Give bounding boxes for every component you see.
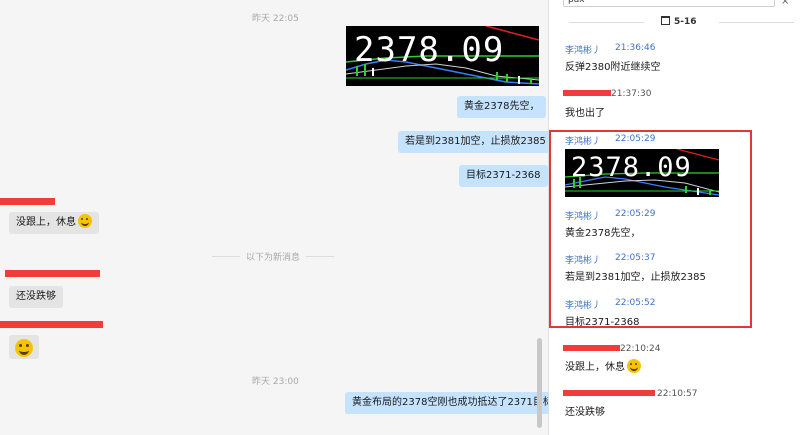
- emoji-message[interactable]: [9, 335, 39, 359]
- history-search-input[interactable]: pax: [563, 0, 775, 7]
- message-bubble[interactable]: 目标2371-2368: [459, 165, 548, 187]
- sender-name: 李鸿彬丿: [565, 46, 602, 56]
- sender-name: 李鸿彬丿: [565, 256, 602, 266]
- chart-price-text: 2378.09: [571, 152, 692, 183]
- message-text: 没跟上，休息: [565, 362, 625, 373]
- redacted-name: [0, 321, 103, 328]
- message-time: 22:10:24: [620, 344, 661, 354]
- message-time: 21:36:46: [615, 43, 656, 53]
- redacted-name: [0, 198, 55, 205]
- redacted-name: [563, 345, 620, 351]
- redacted-name: [5, 270, 100, 277]
- chart-image-thumbnail[interactable]: 2378.09: [565, 149, 719, 197]
- history-message[interactable]: 还没跌够: [565, 403, 605, 418]
- message-time: 22:05:52: [615, 298, 656, 308]
- message-text: 没跟上，休息: [16, 217, 76, 228]
- chat-pane: 昨天 22:05 2378.09 黄金2378先空， 若是到2381加空，止损放…: [0, 0, 548, 435]
- message-bubble[interactable]: 黄金布局的2378空刚也成功抵达了2371目标: [345, 392, 548, 414]
- timestamp: 昨天 22:05: [252, 14, 299, 24]
- calendar-icon: [661, 16, 670, 25]
- sender-name: 李鸿彬丿: [565, 301, 602, 311]
- chat-scrollbar[interactable]: [537, 338, 542, 428]
- chart-image-message[interactable]: 2378.09: [346, 26, 539, 86]
- laugh-emoji-icon: [78, 214, 92, 228]
- timestamp: 昨天 23:00: [252, 377, 299, 387]
- redacted-name: [563, 390, 655, 396]
- close-icon[interactable]: ×: [781, 0, 789, 7]
- chart-price-text: 2378.09: [354, 30, 505, 70]
- divider-text: 以下为新消息: [246, 253, 301, 263]
- history-message[interactable]: 我也出了: [565, 104, 605, 119]
- new-messages-divider: 以下为新消息: [212, 253, 334, 263]
- message-bubble[interactable]: 没跟上，休息: [9, 212, 99, 234]
- history-message[interactable]: 若是到2381加空，止损放2385: [565, 268, 706, 283]
- date-label: 5-16: [674, 17, 697, 27]
- message-time: 22:05:29: [615, 209, 656, 219]
- message-bubble[interactable]: 若是到2381加空，止损放2385: [398, 131, 548, 153]
- history-message[interactable]: 黄金2378先空，: [565, 224, 640, 239]
- message-bubble[interactable]: 黄金2378先空，: [457, 96, 547, 118]
- history-message[interactable]: 没跟上，休息: [565, 358, 641, 373]
- message-time: 22:05:29: [615, 134, 656, 144]
- grin-emoji-icon: [15, 339, 33, 357]
- history-message[interactable]: 目标2371-2368: [565, 313, 640, 328]
- message-time: 22:05:37: [615, 253, 656, 263]
- history-message[interactable]: 反弹2380附近继续空: [565, 58, 660, 73]
- sender-name: 李鸿彬丿: [565, 212, 602, 222]
- laugh-emoji-icon: [627, 359, 641, 373]
- message-time: 22:10:57: [657, 389, 698, 399]
- redacted-name: [563, 90, 611, 96]
- date-separator: 5-16: [549, 13, 800, 31]
- sender-name: 李鸿彬丿: [565, 137, 602, 147]
- message-bubble[interactable]: 还没跌够: [9, 286, 63, 308]
- message-time: 21:37:30: [611, 89, 652, 99]
- history-search-panel: pax × 5-16 李鸿彬丿 21:36:46 反弹2380附近继续空 21:…: [548, 0, 800, 435]
